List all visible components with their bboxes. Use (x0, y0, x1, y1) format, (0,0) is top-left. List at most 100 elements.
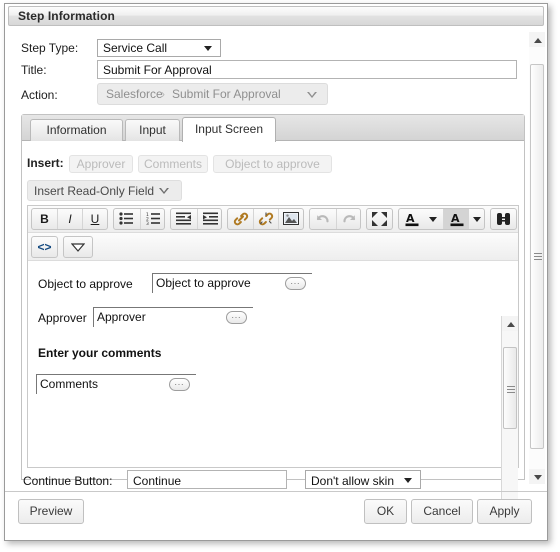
scrollbar-grip-icon (534, 253, 542, 260)
svg-text:A: A (406, 212, 415, 225)
find-replace-icon[interactable] (491, 209, 516, 229)
title-label: Title: (21, 63, 47, 77)
dialog-title: Step Information (18, 9, 115, 23)
button-label: OK (376, 504, 395, 518)
underline-icon[interactable]: U (82, 209, 107, 229)
chip-label: Approver (76, 157, 126, 171)
insert-chip-comments[interactable]: Comments (138, 155, 208, 173)
editor-toolbar-row-2: <> (28, 233, 518, 261)
step-type-value: Service Call (103, 41, 168, 55)
field-label-enter-your-comments: Enter your comments (38, 346, 162, 360)
footer-divider (5, 491, 547, 492)
scrollbar-grip-icon (507, 386, 515, 393)
action-app: Salesforce (106, 87, 163, 101)
insert-chip-object-to-approve[interactable]: Object to approve (213, 155, 332, 173)
scroll-down-arrow-icon[interactable] (529, 469, 545, 484)
chip-label: Comments (143, 157, 202, 171)
step-type-select[interactable]: Service Call (97, 39, 221, 57)
insert-readonly-field-label: Insert Read-Only Field (34, 184, 155, 198)
scroll-up-arrow-icon[interactable] (529, 32, 545, 47)
bold-icon[interactable]: B (32, 209, 57, 229)
field-options-ellipsis-button[interactable]: ... (226, 311, 247, 324)
highlight-color-icon[interactable]: A (443, 209, 469, 229)
insert-link-icon[interactable] (228, 209, 253, 229)
insert-chip-approver[interactable]: Approver (69, 155, 133, 173)
fullscreen-icon[interactable] (367, 209, 392, 229)
action-label: Action: (21, 88, 58, 102)
button-label: Cancel (423, 504, 461, 518)
action-selector[interactable]: Salesforce › Submit For Approval (97, 83, 328, 105)
scrollbar-thumb[interactable] (530, 64, 544, 449)
toolbar-group-fullscreen (366, 208, 393, 230)
title-input[interactable]: Submit For Approval (97, 60, 517, 79)
tab-label: Input Screen (194, 122, 264, 136)
redo-icon[interactable] (336, 209, 361, 229)
tab-input[interactable]: Input (125, 119, 180, 141)
chip-label: Object to approve (225, 157, 320, 171)
tab-input-screen[interactable]: Input Screen (182, 117, 276, 142)
button-label: Apply (489, 504, 520, 518)
scroll-up-arrow-icon[interactable] (502, 316, 518, 331)
button-label: Preview (29, 504, 73, 518)
more-options-icon[interactable] (64, 237, 92, 257)
action-name: Submit For Approval (172, 87, 281, 101)
toolbar-group-history (309, 208, 361, 230)
toolbar-group-colors: A A (398, 208, 485, 230)
scrollbar-thumb[interactable] (503, 347, 517, 429)
field-options-ellipsis-button[interactable]: ... (169, 378, 190, 391)
undo-icon[interactable] (310, 209, 335, 229)
text-color-chevron-down-icon[interactable] (425, 209, 442, 229)
bullet-list-icon[interactable] (114, 209, 139, 229)
field-value: Object to approve (156, 276, 251, 290)
indent-icon[interactable] (197, 209, 222, 229)
outdent-icon[interactable] (171, 209, 196, 229)
field-label-object-to-approve: Object to approve (38, 277, 133, 291)
tab-strip: Information Input Input Screen (22, 115, 524, 142)
editor-canvas[interactable]: Object to approve Object to approve ... … (28, 261, 518, 522)
scrollbar-track[interactable] (502, 331, 518, 507)
preview-button[interactable]: Preview (18, 499, 84, 524)
chevron-down-icon (307, 92, 317, 98)
apply-button[interactable]: Apply (477, 499, 532, 524)
svg-text:3: 3 (146, 221, 149, 225)
tab-label: Information (46, 123, 107, 137)
toolbar-group-text-style: B I U (31, 208, 108, 230)
chevron-down-icon (159, 188, 169, 194)
numbered-list-icon[interactable]: 123 (140, 209, 165, 229)
tab-information[interactable]: Information (30, 119, 123, 141)
remove-link-icon[interactable] (253, 209, 278, 229)
skin-select[interactable]: Don't allow skin (305, 470, 421, 489)
continue-button-input[interactable]: Continue (127, 470, 287, 489)
chevron-down-icon (404, 478, 412, 483)
editor-document[interactable]: Object to approve Object to approve ... … (28, 261, 500, 411)
italic-icon[interactable]: I (57, 209, 82, 229)
action-separator: › (161, 87, 165, 101)
continue-button-label: Continue Button: (23, 474, 113, 488)
dialog-titlebar: Step Information (8, 6, 544, 26)
insert-label: Insert: (27, 156, 64, 170)
insert-image-icon[interactable] (278, 209, 303, 229)
field-label-approver: Approver (38, 311, 87, 325)
readonly-field-object-to-approve[interactable]: Object to approve ... (152, 273, 312, 293)
scrollbar-track[interactable] (529, 47, 545, 469)
highlight-color-chevron-down-icon[interactable] (469, 209, 486, 229)
field-value: Comments (40, 377, 99, 391)
tab-label: Input (139, 123, 166, 137)
readonly-field-comments[interactable]: Comments ... (36, 374, 196, 394)
dialog-vertical-scrollbar[interactable] (529, 32, 545, 484)
skin-value: Don't allow skin (311, 474, 394, 488)
readonly-field-approver[interactable]: Approver ... (93, 307, 253, 327)
toolbar-group-indent (170, 208, 222, 230)
source-code-icon[interactable]: <> (32, 237, 57, 257)
step-type-label: Step Type: (21, 41, 79, 55)
cancel-button[interactable]: Cancel (411, 499, 473, 524)
toolbar-group-more (63, 236, 93, 258)
svg-text:A: A (451, 212, 460, 225)
title-value: Submit For Approval (103, 63, 212, 77)
toolbar-group-insert (227, 208, 304, 230)
insert-readonly-field-dropdown[interactable]: Insert Read-Only Field (27, 180, 182, 201)
toolbar-group-find (490, 208, 517, 230)
ok-button[interactable]: OK (364, 499, 407, 524)
field-options-ellipsis-button[interactable]: ... (285, 277, 306, 290)
text-color-icon[interactable]: A (399, 209, 425, 229)
